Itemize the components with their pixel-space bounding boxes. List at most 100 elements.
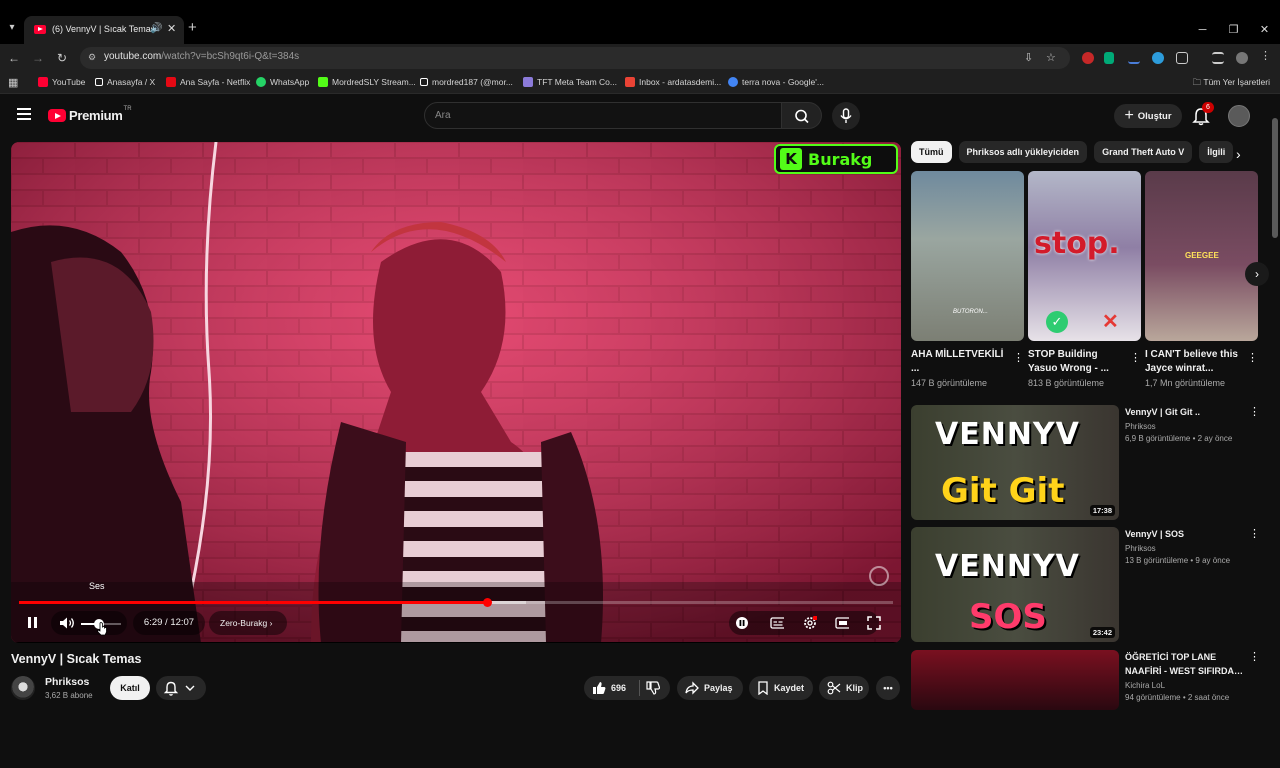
back-icon[interactable]: ← [6,50,22,66]
like-count[interactable]: 696 [611,683,626,693]
fullscreen-icon[interactable] [867,616,881,630]
short-card[interactable]: GEEGEE I CAN'T believe this Jayce winrat.… [1145,171,1258,388]
video-thumbnail[interactable] [911,650,1119,710]
bookmark-item[interactable]: mordred187 (@mor... [420,77,513,87]
install-app-icon[interactable]: ⇩ [1024,51,1033,64]
minimize-icon[interactable]: ─ [1187,16,1218,44]
more-vertical-icon[interactable]: ⋮ [1249,405,1260,418]
video-title[interactable]: VennyV | SOS [1125,527,1245,541]
bookmark-item[interactable]: WhatsApp [256,77,309,87]
video-title[interactable]: ÖĞRETİCİ TOP LANE [1125,650,1245,664]
extensions-puzzle-icon[interactable] [1176,52,1188,64]
all-bookmarks-folder[interactable]: 🗀 Tüm Yer İşaretleri [1193,77,1270,91]
theater-mode-icon[interactable] [835,616,849,630]
more-actions-button[interactable]: ••• [876,676,900,700]
page-scrollbar[interactable] [1270,96,1280,720]
bookmark-item[interactable]: Inbox - ardatasdemi... [625,77,721,87]
video-channel[interactable]: Kichira LoL [1125,681,1245,690]
reload-icon[interactable]: ↻ [54,50,70,66]
bookmark-star-icon[interactable]: ☆ [1046,51,1056,64]
filter-chip[interactable]: Grand Theft Auto V [1094,141,1193,163]
bookmark-item[interactable]: YouTube [38,77,85,87]
bookmark-item[interactable]: MordredSLY Stream... [318,77,416,87]
video-title[interactable]: VennyV | Git Git .. [1125,405,1245,419]
progress-scrubber[interactable] [482,598,492,607]
short-title[interactable]: STOP Building Yasuo Wrong - ... [1028,348,1124,376]
subscription-bell-button[interactable] [156,676,206,700]
more-vertical-icon[interactable]: ⋮ [1249,650,1260,663]
share-button[interactable]: Paylaş [677,676,743,700]
bookmark-item[interactable]: Anasayfa / X [95,77,155,87]
bookmark-item[interactable]: terra nova - Google'... [728,77,824,87]
video-channel[interactable]: Phriksos [1125,422,1245,431]
account-avatar[interactable] [1228,105,1250,127]
extension-tr-icon[interactable] [1104,52,1114,64]
window-close-icon[interactable]: ✕ [1249,16,1280,44]
apps-grid-icon[interactable]: ▦ [8,76,18,89]
browser-menu-icon[interactable]: ⋮ [1260,49,1272,62]
search-input[interactable] [425,103,781,128]
voice-search-button[interactable] [832,102,860,130]
channel-watermark-icon[interactable] [869,566,889,586]
tab-audio-icon[interactable]: 🔊 [150,23,162,34]
browser-tab-active[interactable]: (6) VennyV | Sıcak Temas - Yo 🔊 ✕ [24,16,184,44]
extension-blue-icon[interactable] [1152,52,1164,64]
channel-name[interactable]: Phriksos [45,676,89,688]
recommended-video[interactable]: VENNYV Git Git 17:38 VennyV | Git Git .. Phr… [911,405,1261,523]
tab-close-icon[interactable]: ✕ [167,22,176,35]
progress-bar[interactable] [19,598,893,607]
pause-icon[interactable] [25,616,39,630]
notifications-button[interactable]: 6 [1192,102,1214,126]
extension-red-icon[interactable] [1082,52,1094,64]
save-button[interactable]: Kaydet [749,676,813,700]
address-bar[interactable]: ⚙ youtube.com/watch?v=bcSh9qt6i-Q&t=384s… [80,47,1070,69]
chips-next-chevron-icon[interactable]: › [1236,146,1241,162]
autoplay-toggle-icon[interactable] [735,616,749,630]
menu-hamburger-icon[interactable] [17,108,31,120]
subtitles-icon[interactable] [770,616,784,630]
media-control-icon[interactable] [1212,52,1224,64]
short-thumbnail[interactable]: GEEGEE [1145,171,1258,341]
more-vertical-icon[interactable]: ⋮ [1130,351,1141,364]
chapter-button[interactable]: Zero-Burakg › [209,611,287,635]
short-thumbnail[interactable]: BUTORON... [911,171,1024,341]
forward-icon[interactable]: → [30,50,46,66]
bookmark-item[interactable]: Ana Sayfa - Netflix [166,77,250,87]
clip-button[interactable]: Klip [819,676,869,700]
thumbs-up-icon[interactable] [592,681,606,695]
recommended-video[interactable]: VENNYV SOS 23:42 VennyV | SOS Phriksos 13 B g… [911,527,1261,645]
short-card[interactable]: stop. ✓ ✕ STOP Building Yasuo Wrong - ... 81… [1028,171,1141,388]
search-button[interactable] [782,102,822,129]
restore-icon[interactable]: ❐ [1218,16,1249,44]
youtube-premium-logo[interactable]: Premium TR [48,106,132,123]
bookmark-item[interactable]: TFT Meta Team Co... [523,77,617,87]
url-text[interactable]: youtube.com/watch?v=bcSh9qt6i-Q&t=384s [104,51,299,62]
scrollbar-thumb[interactable] [1272,118,1278,238]
video-thumbnail[interactable]: VENNYV SOS 23:42 [911,527,1119,642]
recommended-video[interactable]: ÖĞRETİCİ TOP LANE NAAFİRİ - WEST SIFIRDAN… [911,650,1261,768]
extension-pen-icon[interactable] [1128,52,1140,64]
join-button[interactable]: Katıl [110,676,150,700]
more-vertical-icon[interactable]: ⋮ [1013,351,1024,364]
new-tab-button[interactable]: + [188,19,197,36]
short-card[interactable]: BUTORON... AHA MİLLETVEKİLİ ... 147 B görü… [911,171,1024,388]
create-button[interactable]: + Oluştur [1114,104,1182,128]
shorts-next-chevron-icon[interactable]: › [1245,262,1269,286]
filter-chip[interactable]: İlgili [1199,141,1234,163]
site-info-icon[interactable]: ⚙ [88,52,96,63]
filter-chip[interactable]: Phriksos adlı yükleyiciden [958,141,1088,163]
channel-avatar[interactable] [11,676,35,700]
video-thumbnail[interactable]: VENNYV Git Git 17:38 [911,405,1119,520]
video-player[interactable]: K Burakg Ses 6:29 / 12:07 Zero-Burakg › [11,142,901,643]
settings-gear-icon[interactable] [803,616,817,630]
video-title-line2[interactable]: NAAFİRİ - WEST SIFIRDAN... [1125,664,1245,678]
more-vertical-icon[interactable]: ⋮ [1249,527,1260,540]
profile-avatar-icon[interactable] [1236,52,1248,64]
volume-icon[interactable] [59,616,75,630]
thumbs-down-icon[interactable] [646,681,660,695]
tab-search-chevron-icon[interactable]: ▾ [4,20,20,36]
video-channel[interactable]: Phriksos [1125,544,1245,553]
short-title[interactable]: AHA MİLLETVEKİLİ ... [911,348,1007,376]
filter-chip[interactable]: Tümü [911,141,952,163]
short-title[interactable]: I CAN'T believe this Jayce winrat... [1145,348,1241,376]
